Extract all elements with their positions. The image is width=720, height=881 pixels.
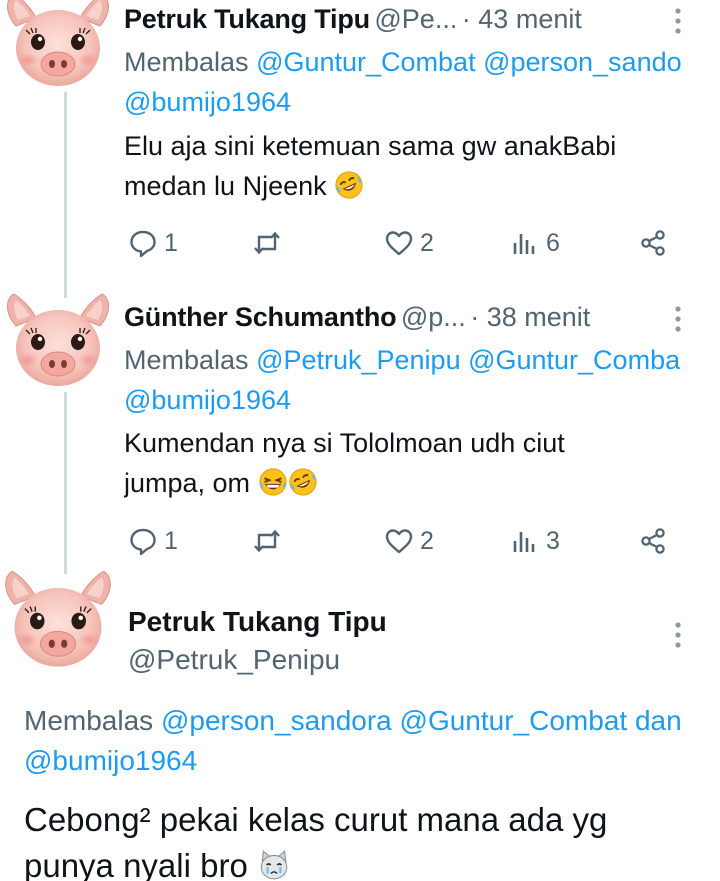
more-vertical-icon[interactable] xyxy=(668,304,688,334)
reply-button[interactable]: 1 xyxy=(128,524,178,558)
mention-link[interactable]: @Guntur_Combat @person_sando xyxy=(256,47,682,77)
user-handle[interactable]: @p... xyxy=(401,302,466,332)
share-icon xyxy=(638,526,668,556)
views-count: 3 xyxy=(546,526,560,555)
avatar[interactable] xyxy=(2,292,114,392)
retweet-button[interactable] xyxy=(252,226,282,260)
reply-count: 1 xyxy=(164,228,178,257)
reply-count: 1 xyxy=(164,526,178,555)
reply-icon xyxy=(128,526,158,556)
display-name[interactable]: Petruk Tukang Tipu xyxy=(124,4,370,34)
action-bar: 1 2 6 xyxy=(128,226,680,260)
like-button[interactable]: 2 xyxy=(384,524,434,558)
heart-icon xyxy=(384,228,414,258)
views-button[interactable]: 6 xyxy=(510,226,560,260)
reply-icon xyxy=(128,228,158,258)
share-button[interactable] xyxy=(638,226,668,260)
retweet-button[interactable] xyxy=(252,524,282,558)
reply-context: Membalas @person_sandora @Guntur_Combat … xyxy=(24,701,720,741)
share-icon xyxy=(638,228,668,258)
views-icon xyxy=(510,526,540,556)
retweet-icon xyxy=(252,228,282,258)
action-bar: 1 2 3 xyxy=(128,524,680,558)
reply-prefix: Membalas xyxy=(124,47,249,77)
like-button[interactable]: 2 xyxy=(384,226,434,260)
tweet-text: Kumendan nya si Tololmoan udh ciut xyxy=(124,428,565,458)
reply-context-line2: @bumijo1964 xyxy=(124,82,720,122)
reply-context: Membalas @Guntur_Combat @person_sando xyxy=(124,42,720,82)
reply-button[interactable]: 1 xyxy=(128,226,178,260)
pig-face-avatar-icon xyxy=(2,292,114,392)
reply-prefix: Membalas xyxy=(124,345,249,375)
laughing-emoji-icon xyxy=(258,467,288,497)
reply-prefix: Membalas xyxy=(24,705,154,736)
tweet-text-line2: punya nyali bro xyxy=(24,843,720,881)
display-name[interactable]: Günther Schumantho xyxy=(124,302,397,332)
tweet-header: Günther Schumantho @p... · 38 menit xyxy=(124,302,664,338)
pig-face-avatar-icon xyxy=(0,568,116,674)
thread-connector xyxy=(64,392,67,574)
tweet-text-line2: medan lu Njeenk xyxy=(124,166,720,206)
avatar[interactable] xyxy=(0,568,116,674)
tweet-text: Cebong² pekai kelas curut mana ada yg xyxy=(24,801,608,838)
display-name[interactable]: Petruk Tukang Tipu xyxy=(128,606,648,638)
mention-link[interactable]: @bumijo1964 xyxy=(124,385,291,415)
more-vertical-icon[interactable] xyxy=(668,6,688,36)
reply-context-line2: @bumijo1964 xyxy=(24,741,720,781)
thread-connector xyxy=(64,92,67,298)
tweet-text: Elu aja sini ketemuan sama gw anakBabi xyxy=(124,131,617,161)
like-count: 2 xyxy=(420,228,434,257)
reply-context-line2: @bumijo1964 xyxy=(124,380,720,420)
views-button[interactable]: 3 xyxy=(510,524,560,558)
share-button[interactable] xyxy=(638,524,668,558)
reply-context: Membalas @Petruk_Penipu @Guntur_Comba xyxy=(124,340,720,380)
user-handle[interactable]: @Petruk_Penipu xyxy=(128,644,648,676)
retweet-icon xyxy=(252,526,282,556)
mention-link[interactable]: @Petruk_Penipu @Guntur_Comba xyxy=(256,345,680,375)
mention-link[interactable]: @bumijo1964 xyxy=(124,87,291,117)
rofl-emoji-icon xyxy=(288,467,318,497)
tweet-header: Petruk Tukang Tipu @Pe... · 43 menit xyxy=(124,4,664,40)
pig-face-avatar-icon xyxy=(2,0,114,92)
like-count: 2 xyxy=(420,526,434,555)
heart-icon xyxy=(384,526,414,556)
more-vertical-icon[interactable] xyxy=(668,620,688,650)
tweet-text-line2: jumpa, om xyxy=(124,463,720,503)
timestamp[interactable]: · 43 menit xyxy=(462,4,582,34)
rofl-emoji-icon xyxy=(334,170,364,200)
mention-link[interactable]: @bumijo1964 xyxy=(24,745,197,776)
user-handle[interactable]: @Pe... xyxy=(374,4,457,34)
views-icon xyxy=(510,228,540,258)
timestamp[interactable]: · 38 menit xyxy=(470,302,590,332)
avatar[interactable] xyxy=(2,0,114,92)
mention-link[interactable]: @person_sandora @Guntur_Combat dan xyxy=(161,705,682,736)
views-count: 6 xyxy=(546,228,560,257)
crying-cat-emoji-icon xyxy=(257,848,291,881)
